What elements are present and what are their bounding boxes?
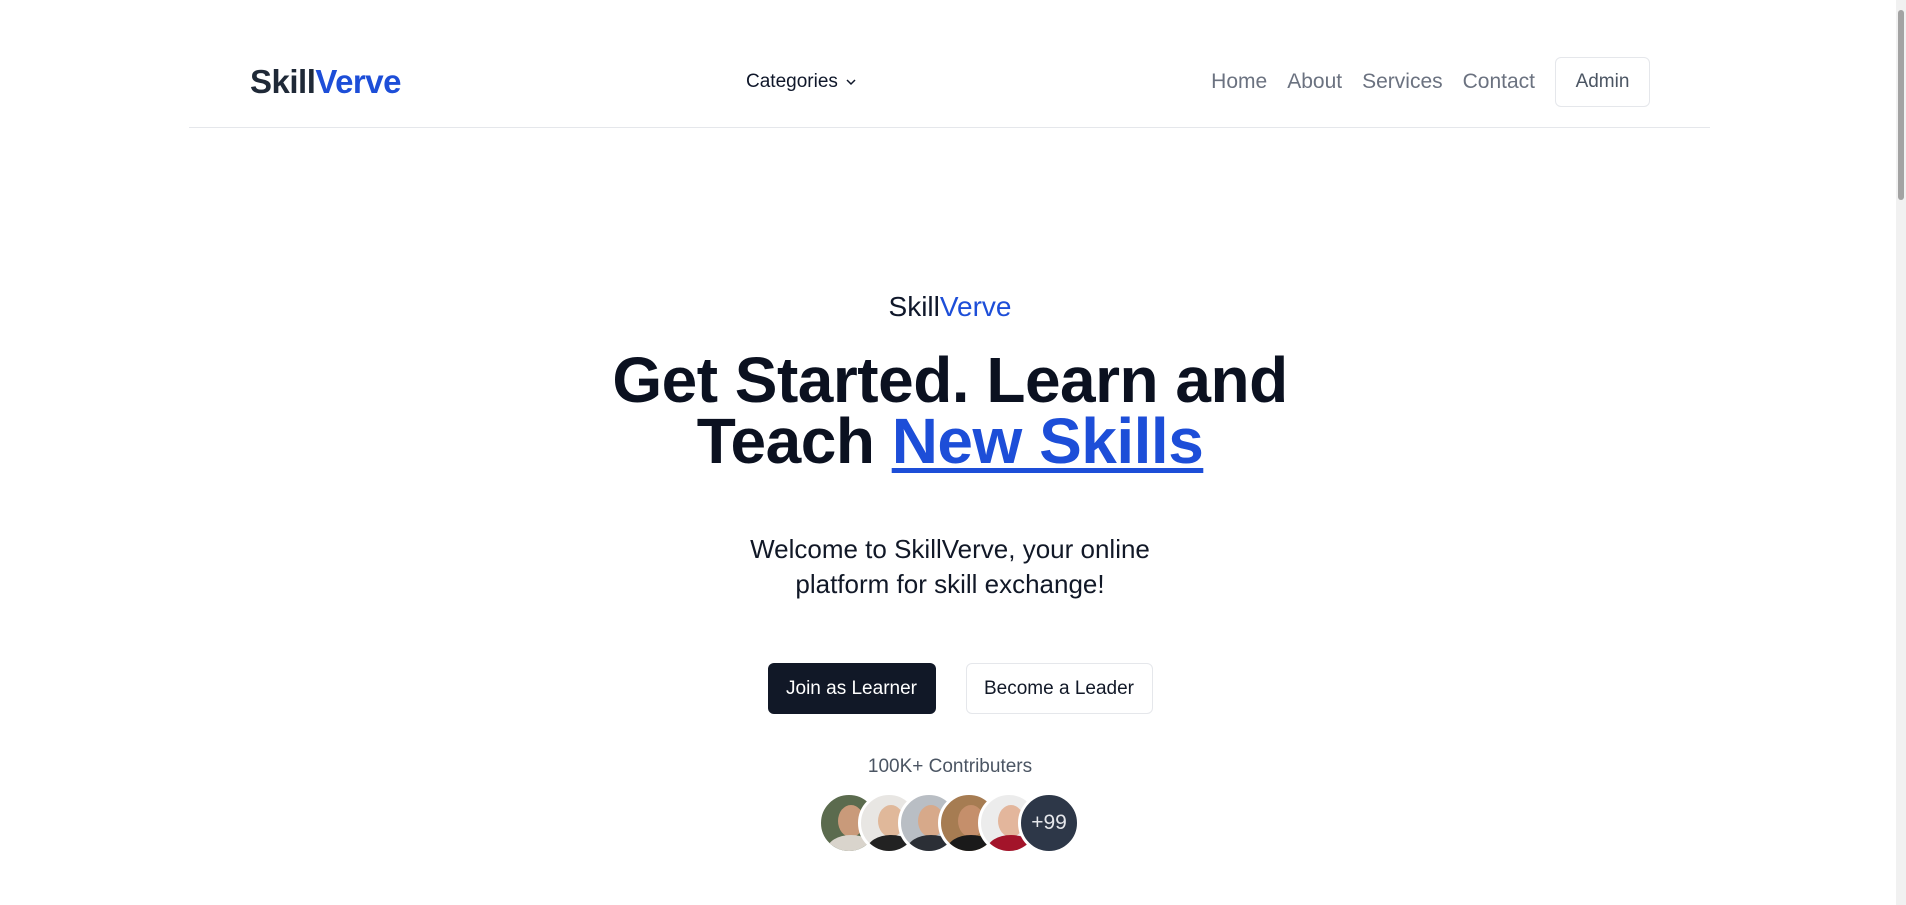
page-scrollbar[interactable] [1896, 0, 1906, 905]
hero-subtext: Welcome to SkillVerve, your online platf… [0, 532, 1900, 602]
admin-button[interactable]: Admin [1555, 57, 1650, 107]
nav-link-services[interactable]: Services [1362, 57, 1443, 107]
headline-line2-prefix: Teach [696, 405, 892, 477]
subtext-line1: Welcome to SkillVerve, your online [750, 534, 1150, 564]
become-a-leader-button[interactable]: Become a Leader [965, 663, 1153, 714]
brand-part-skill: Skill [250, 63, 316, 100]
hero-headline: Get Started. Learn and Teach New Skills [0, 348, 1900, 473]
navbar: SkillVerve Categories Home About Service… [189, 0, 1710, 128]
cta-buttons: Join as Learner Become a Leader [0, 663, 1900, 714]
categories-dropdown[interactable]: Categories [746, 70, 858, 94]
nav-link-about[interactable]: About [1287, 57, 1342, 107]
contributors-label: 100K+ Contributers [867, 756, 1033, 777]
hero-brand-verve: Verve [939, 291, 1012, 322]
scrollbar-thumb[interactable] [1898, 10, 1904, 200]
page: SkillVerve Categories Home About Service… [0, 0, 1906, 905]
nav-link-home[interactable]: Home [1211, 57, 1267, 107]
hero-brand: SkillVerve [0, 290, 1900, 324]
nav-links: Home About Services Contact Admin [1211, 57, 1650, 107]
hero-brand-skill: Skill [888, 291, 940, 322]
join-as-learner-button[interactable]: Join as Learner [767, 663, 936, 714]
chevron-down-icon [846, 79, 856, 86]
categories-label: Categories [746, 71, 838, 92]
more-contributors-badge[interactable]: +99 [1018, 792, 1080, 854]
nav-link-contact[interactable]: Contact [1463, 57, 1535, 107]
contributor-avatars: +99 [818, 792, 1080, 854]
brand-part-verve: Verve [315, 63, 401, 100]
brand-logo[interactable]: SkillVerve [250, 62, 401, 102]
subtext-line2: platform for skill exchange! [795, 569, 1105, 599]
headline-highlight: New Skills [891, 405, 1204, 477]
